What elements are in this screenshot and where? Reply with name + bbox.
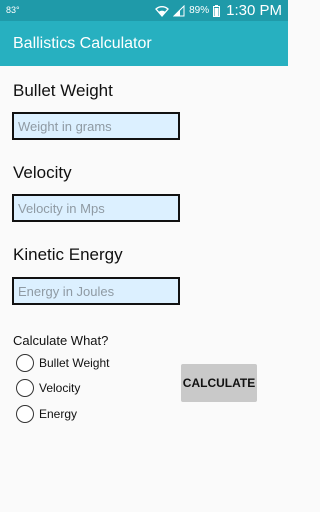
kinetic-energy-label: Kinetic Energy [13,245,123,264]
radio-bullet-weight[interactable]: Bullet Weight [16,353,109,373]
calculate-button[interactable]: CALCULATE [181,364,257,402]
bullet-weight-input[interactable] [12,112,180,140]
app-bar: Ballistics Calculator [0,21,288,66]
bullet-weight-label: Bullet Weight [13,81,113,100]
radio-label: Velocity [39,381,81,395]
calculate-prompt: Calculate What? [13,333,109,348]
radio-velocity[interactable]: Velocity [16,378,80,398]
radio-circle[interactable] [16,354,34,372]
app-title: Ballistics Calculator [13,35,152,52]
radio-energy[interactable]: Energy [16,404,77,424]
status-icons: 89% 1:30 PM [155,2,282,19]
velocity-label: Velocity [13,163,72,182]
radio-circle[interactable] [16,379,34,397]
kinetic-energy-input[interactable] [12,277,180,305]
temperature-notification: 83° [6,5,20,15]
clock: 1:30 PM [226,2,282,19]
status-bar: 83° 89% 1:30 PM [0,0,288,21]
wifi-icon [155,5,170,17]
battery-icon [213,4,221,17]
signal-icon [173,4,185,16]
battery-percent: 89% [189,4,210,16]
radio-circle[interactable] [16,405,34,423]
velocity-input[interactable] [12,194,180,222]
radio-label: Bullet Weight [39,356,110,370]
radio-label: Energy [39,407,78,421]
